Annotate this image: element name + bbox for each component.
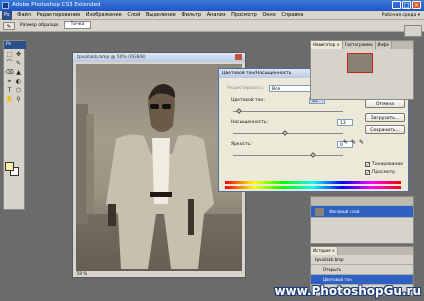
lightness-slider-thumb[interactable] <box>310 152 316 158</box>
history-snapshot-name: tpvoilakb.bmp <box>315 257 344 262</box>
zoom-tool-icon[interactable]: ⚲ <box>14 95 23 104</box>
save-button[interactable]: Сохранить... <box>365 125 405 134</box>
menu-window[interactable]: Окно <box>260 11 277 20</box>
menu-help[interactable]: Справка <box>279 11 305 20</box>
tab-histogram[interactable]: Гистограмма <box>342 41 376 49</box>
dodge-tool-icon[interactable]: ◐ <box>14 77 23 86</box>
ps-badge: Ps <box>2 11 12 20</box>
eyedropper-minus-icon[interactable]: ✎ <box>359 139 364 146</box>
panel-dock-collapsed[interactable] <box>404 25 422 37</box>
color-bar-top <box>225 181 401 184</box>
preview-label: Просмотр <box>372 170 396 175</box>
eyedropper-tool-preset-icon[interactable]: ✎ <box>3 22 15 30</box>
menu-edit[interactable]: Редактирование <box>35 11 83 20</box>
layer-row-background[interactable]: Фоновый слой <box>311 206 413 218</box>
crop-tool-icon[interactable]: ⌖ <box>5 77 14 86</box>
history-item-hue-label: Цветовой тон <box>323 277 352 282</box>
menu-file[interactable]: Файл <box>15 11 33 20</box>
options-bar: Размер образца: Точка <box>0 20 424 32</box>
lightness-label: Яркость: <box>231 142 252 147</box>
tab-info[interactable]: Инфо <box>375 41 392 49</box>
toolbox-header: Ps <box>4 41 26 49</box>
minimize-button[interactable]: _ <box>392 1 401 9</box>
eraser-tool-icon[interactable]: ⌫ <box>5 68 14 77</box>
menu-image[interactable]: Изображение <box>84 11 124 20</box>
sample-size-select[interactable]: Точка <box>63 20 92 29</box>
maximize-button[interactable]: □ <box>402 1 411 9</box>
colorize-checkbox[interactable]: ✓ <box>365 162 370 168</box>
close-button[interactable]: × <box>412 1 421 9</box>
foreground-color-swatch[interactable] <box>5 162 14 171</box>
photoshop-app-icon <box>2 2 9 9</box>
window-title: Adobe Photoshop CS3 Extended <box>12 2 101 8</box>
document-title: tpvoilakb.bmp @ 50% (RGB/8) <box>73 53 245 62</box>
eyedropper-icon[interactable]: ✎ <box>343 139 348 146</box>
hand-tool-icon[interactable]: ✋ <box>5 95 14 104</box>
eyedropper-plus-icon[interactable]: ✎ <box>351 139 356 146</box>
layers-panel-header <box>311 197 413 206</box>
shape-tool-icon[interactable]: ⬡ <box>14 86 23 95</box>
title-bar: Adobe Photoshop CS3 Extended _ □ × <box>0 0 424 11</box>
layer-name: Фоновый слой <box>329 209 360 214</box>
history-item-open[interactable]: Открыть <box>311 265 413 275</box>
move-tool-icon[interactable]: ✥ <box>14 50 23 59</box>
toolbox: Ps ⬚ ✥ ⌒ ✎ ⌫ ▲ ⌖ ◐ T ⬡ ✋ ⚲ <box>3 40 26 210</box>
sharpen-tool-icon[interactable]: ▲ <box>14 68 23 77</box>
menu-bar: Ps Файл Редактирование Изображение Слой … <box>0 11 424 20</box>
navigator-panel: Навигатор × Гистограмма Инфо <box>310 40 414 100</box>
tab-history[interactable]: История × <box>311 247 339 255</box>
saturation-slider-thumb[interactable] <box>282 130 288 136</box>
menu-select[interactable]: Выделение <box>144 11 178 20</box>
history-snapshot[interactable]: tpvoilakb.bmp <box>311 255 413 265</box>
hue-slider-thumb[interactable] <box>236 108 242 114</box>
menu-layer[interactable]: Слой <box>125 11 142 20</box>
type-tool-icon[interactable]: T <box>5 86 14 95</box>
workspace-dropdown[interactable]: Рабочая среда ▾ <box>382 11 420 20</box>
navigator-thumbnail[interactable] <box>347 53 373 73</box>
marquee-tool-icon[interactable]: ⬚ <box>5 50 14 59</box>
edit-label: Редактировать: <box>227 86 265 91</box>
layers-panel: Фоновый слой <box>310 196 414 244</box>
layer-thumbnail <box>315 208 324 216</box>
menu-analysis[interactable]: Анализ <box>205 11 228 20</box>
cancel-button[interactable]: Отмена <box>365 99 405 108</box>
document-close-icon[interactable] <box>235 54 242 60</box>
load-button[interactable]: Загрузить... <box>365 113 405 122</box>
watermark: www.PhotoshopGu.ru <box>274 284 421 298</box>
color-bar-bottom <box>225 186 401 189</box>
saturation-slider-track[interactable] <box>233 133 343 134</box>
tab-navigator[interactable]: Навигатор × <box>311 41 343 49</box>
sample-size-label: Размер образца: <box>20 23 60 28</box>
saturation-input[interactable]: 13 <box>337 119 353 126</box>
history-item-open-label: Открыть <box>323 267 342 272</box>
menu-filter[interactable]: Фильтр <box>179 11 203 20</box>
preview-checkbox[interactable]: ✓ <box>365 170 370 176</box>
brush-tool-icon[interactable]: ✎ <box>14 59 23 68</box>
lasso-tool-icon[interactable]: ⌒ <box>5 59 14 68</box>
lightness-slider-track[interactable] <box>233 155 343 156</box>
saturation-label: Насыщенность: <box>231 120 269 125</box>
menu-view[interactable]: Просмотр <box>229 11 259 20</box>
colorize-label: Тонирование <box>372 162 404 167</box>
hue-label: Цветовой тон: <box>231 98 265 103</box>
hue-slider-track[interactable] <box>233 111 343 112</box>
zoom-level[interactable]: 50 % <box>73 271 245 277</box>
